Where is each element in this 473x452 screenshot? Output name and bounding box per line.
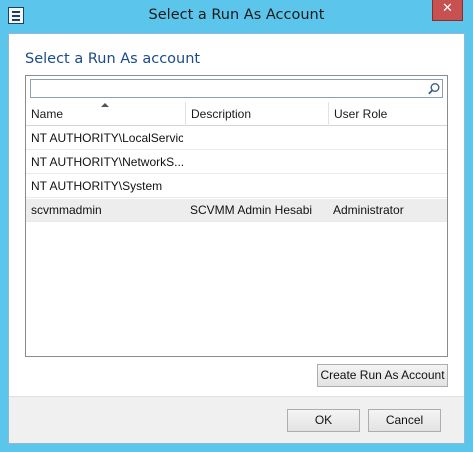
cell-name: NT AUTHORITY\NetworkS... [31, 155, 183, 169]
cell-name: scvmmadmin [31, 203, 102, 217]
close-icon: ✕ [442, 1, 453, 16]
cell-user-role: Administrator [333, 203, 404, 217]
ok-button[interactable]: OK [287, 409, 360, 432]
column-header-description[interactable]: Description [185, 102, 328, 126]
column-header-name[interactable]: Name [26, 102, 185, 126]
table-row-selected[interactable]: scvmmadmin SCVMM Admin Hesabi Administra… [26, 199, 447, 222]
window-title: Select a Run As Account [148, 7, 325, 23]
close-button[interactable]: ✕ [432, 0, 463, 21]
search-icon[interactable] [427, 82, 441, 96]
account-list-panel: Name Description User Role NT AUTHORITY\… [25, 75, 448, 357]
search-input[interactable] [33, 81, 413, 96]
table-row[interactable]: NT AUTHORITY\System [26, 175, 447, 198]
column-headers: Name Description User Role [26, 102, 447, 126]
table-row[interactable]: NT AUTHORITY\LocalService [26, 127, 447, 150]
dialog-body: Select a Run As account Name Description… [8, 33, 465, 444]
cancel-button[interactable]: Cancel [368, 409, 441, 432]
dialog-window: Select a Run As Account ✕ Select a Run A… [0, 0, 473, 452]
cell-name: NT AUTHORITY\System [31, 179, 163, 193]
search-box[interactable] [30, 79, 443, 98]
dialog-footer: OK Cancel [9, 396, 464, 443]
column-header-user-role[interactable]: User Role [328, 102, 447, 126]
cell-description: SCVMM Admin Hesabi [190, 203, 313, 217]
table-row[interactable]: NT AUTHORITY\NetworkS... [26, 151, 447, 174]
title-bar[interactable]: Select a Run As Account ✕ [0, 0, 473, 33]
page-title: Select a Run As account [25, 51, 201, 67]
create-run-as-account-button[interactable]: Create Run As Account [317, 364, 448, 387]
cell-name: NT AUTHORITY\LocalService [31, 131, 183, 145]
